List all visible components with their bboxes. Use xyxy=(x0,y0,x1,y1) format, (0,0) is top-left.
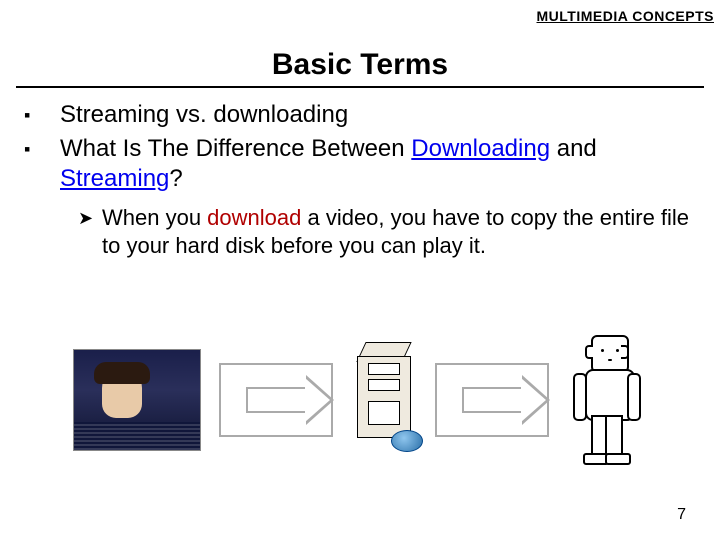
downloading-link[interactable]: Downloading xyxy=(411,135,550,162)
streaming-link[interactable]: Streaming xyxy=(60,165,169,192)
slide-title: Basic Terms xyxy=(16,48,704,86)
header-label: MULTIMEDIA CONCEPTS xyxy=(537,8,715,24)
bullet-marker-icon: ▪ xyxy=(24,100,60,130)
bullet-item: ▪ Streaming vs. downloading xyxy=(24,100,690,130)
download-diagram xyxy=(70,330,650,470)
arrow-right-icon xyxy=(435,363,549,437)
sub-bullet-marker-icon: ➤ xyxy=(78,204,102,259)
sub-bullet-text: When you download a video, you have to c… xyxy=(102,204,690,259)
text-fragment: What Is The Difference Between xyxy=(60,135,411,162)
title-area: Basic Terms xyxy=(16,48,704,88)
text-fragment: and xyxy=(550,135,597,162)
bullet-list: ▪ Streaming vs. downloading ▪ What Is Th… xyxy=(24,100,690,259)
bullet-marker-icon: ▪ xyxy=(24,134,60,194)
bullet-text: What Is The Difference Between Downloadi… xyxy=(60,134,690,194)
bullet-item: ▪ What Is The Difference Between Downloa… xyxy=(24,134,690,194)
emphasized-term: download xyxy=(207,205,301,230)
person-icon xyxy=(567,335,647,465)
server-icon xyxy=(351,342,417,458)
bullet-text: Streaming vs. downloading xyxy=(60,100,690,130)
page-number: 7 xyxy=(677,506,686,524)
video-thumbnail-icon xyxy=(73,349,201,451)
title-underline xyxy=(16,86,704,88)
text-fragment: When you xyxy=(102,205,207,230)
arrow-right-icon xyxy=(219,363,333,437)
text-fragment: ? xyxy=(169,165,182,192)
sub-bullet-item: ➤ When you download a video, you have to… xyxy=(78,204,690,259)
